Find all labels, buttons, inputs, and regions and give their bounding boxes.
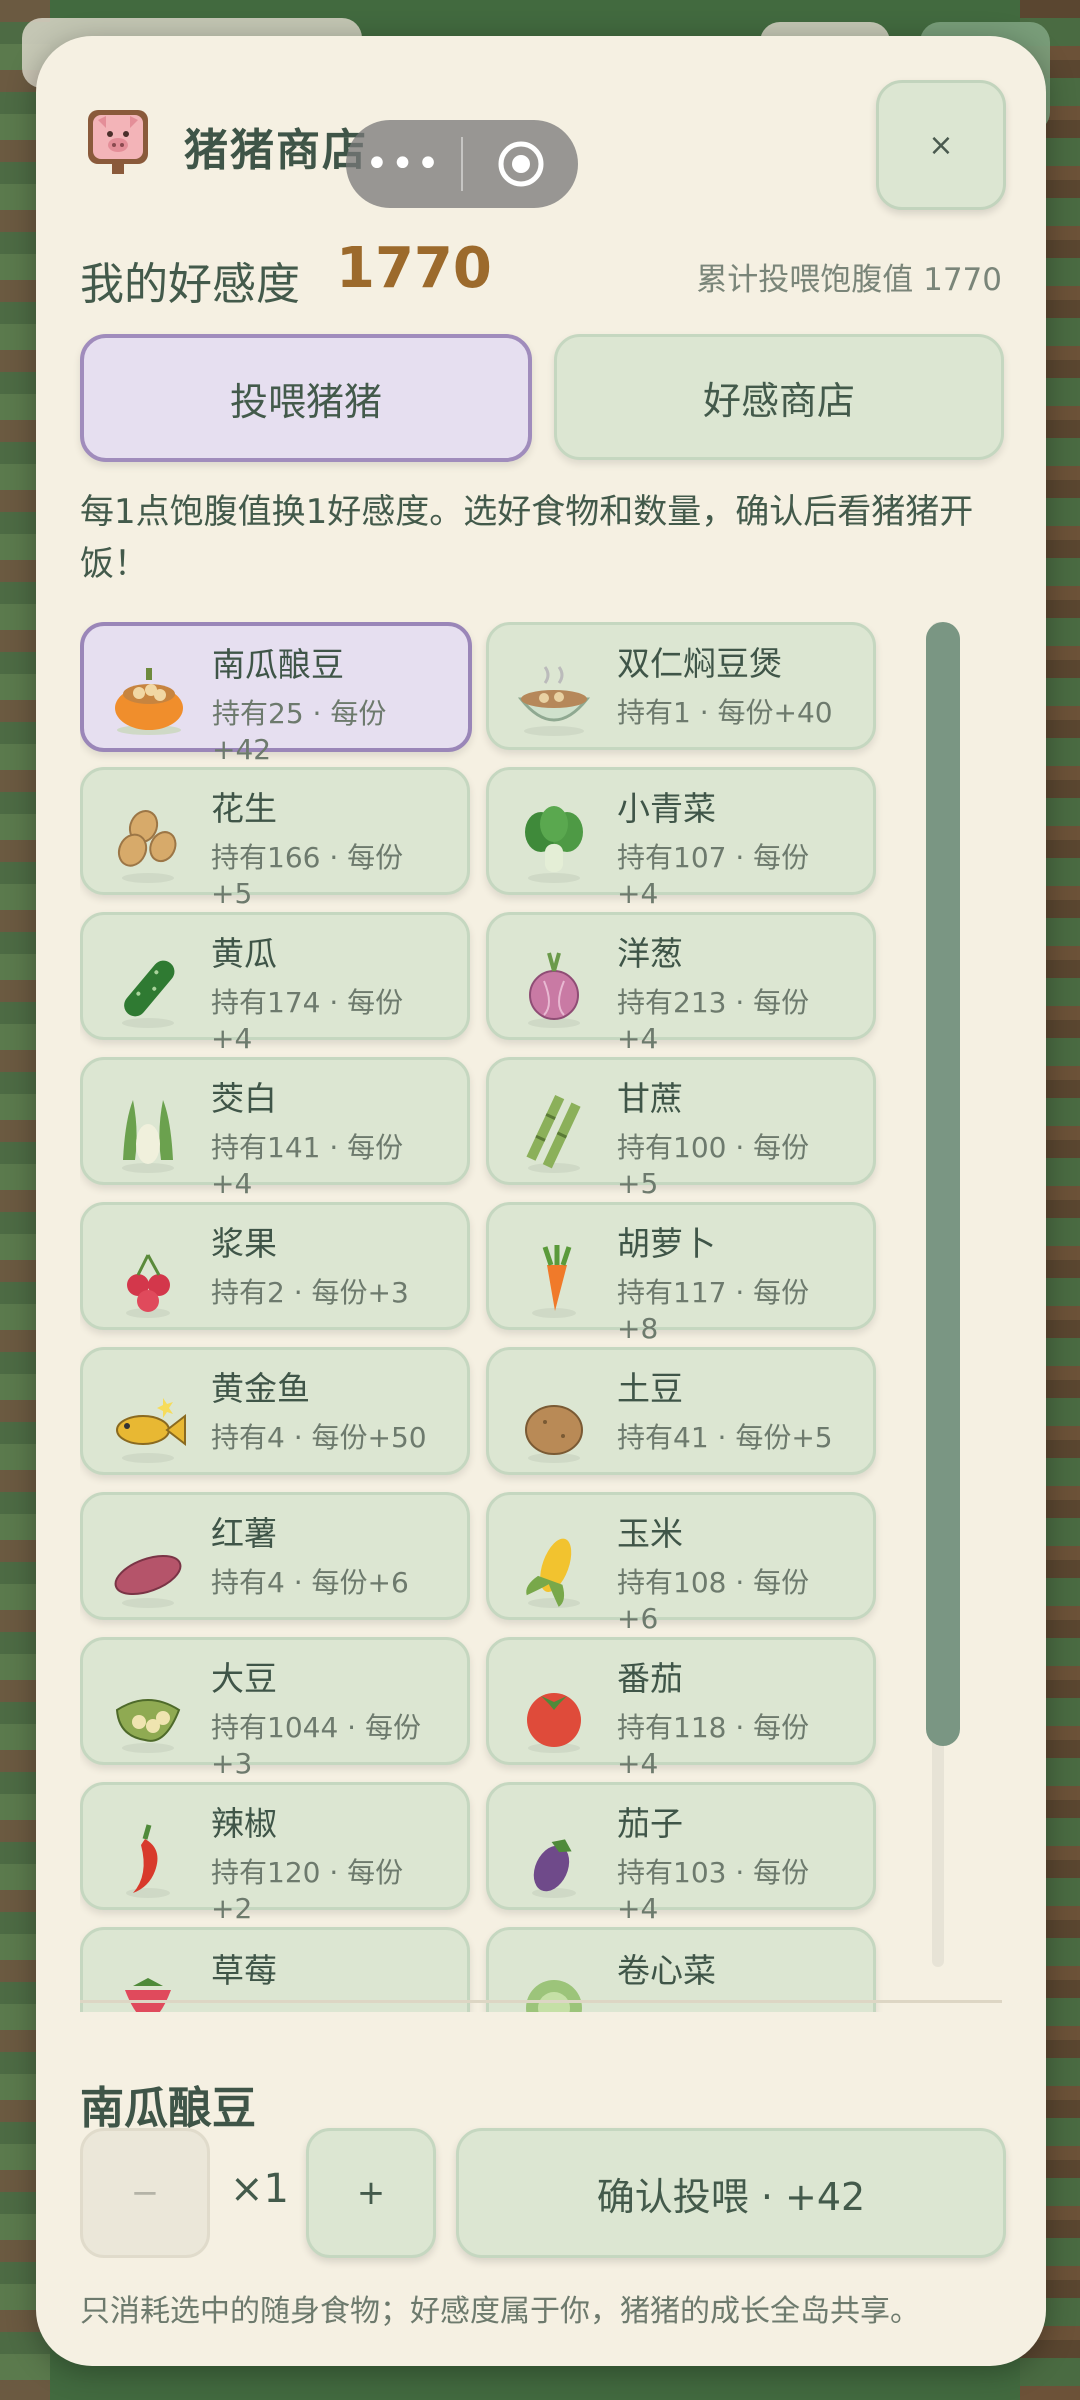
pig-sign-icon bbox=[88, 110, 148, 174]
pumpkin-beans-icon bbox=[115, 668, 183, 735]
food-name: 卷心菜 bbox=[617, 1951, 716, 1990]
onion-icon bbox=[528, 952, 580, 1028]
food-name: 甘蔗 bbox=[617, 1079, 683, 1118]
food-item[interactable]: 茭白持有141 · 每份+4 bbox=[80, 1057, 470, 1200]
divider bbox=[80, 2000, 1002, 2003]
food-stock-info: 持有117 · 每份+8 bbox=[617, 1276, 810, 1345]
food-name: 小青菜 bbox=[617, 789, 716, 828]
food-name: 黄瓜 bbox=[211, 934, 277, 973]
total-satiety: 累计投喂饱腹值 1770 bbox=[696, 262, 1002, 298]
food-name: 草莓 bbox=[211, 1951, 277, 1990]
food-stock-info: 持有4 · 每份+6 bbox=[211, 1566, 409, 1599]
food-stock-info: 持有118 · 每份+4 bbox=[617, 1711, 810, 1780]
cucumber-icon bbox=[122, 960, 175, 1028]
food-name: 黄金鱼 bbox=[211, 1369, 310, 1408]
food-item[interactable]: 南瓜酿豆持有25 · 每份+42 bbox=[80, 622, 472, 766]
tab-feed-pig[interactable]: 投喂猪猪 bbox=[80, 334, 532, 462]
food-item[interactable]: 洋葱持有213 · 每份+4 bbox=[486, 912, 876, 1055]
bok-choy-icon bbox=[525, 806, 583, 883]
food-stock-info: 持有120 · 每份+2 bbox=[211, 1856, 404, 1925]
water-bamboo-icon bbox=[122, 1100, 174, 1173]
soybean-icon bbox=[115, 1699, 181, 1753]
food-stock-info: 持有108 · 每份+6 bbox=[617, 1566, 810, 1635]
food-stock-info: 持有41 · 每份+5 bbox=[617, 1421, 833, 1454]
close-icon: × bbox=[928, 127, 954, 163]
strawberry-icon bbox=[125, 1978, 171, 2012]
food-stock-info: 持有174 · 每份+4 bbox=[211, 986, 404, 1055]
golden-fish-icon bbox=[116, 1398, 186, 1463]
food-item[interactable]: 花生持有166 · 每份+5 bbox=[80, 767, 470, 910]
footnote: 只消耗选中的随身食物；好感度属于你，猪猪的成长全岛共享。 bbox=[80, 2294, 920, 2329]
favorability-value: 1770 bbox=[336, 236, 492, 301]
shop-title: 猪猪商店 bbox=[184, 125, 368, 176]
food-name: 洋葱 bbox=[617, 934, 683, 973]
food-name: 茭白 bbox=[211, 1079, 277, 1118]
feeding-description: 每1点饱腹值换1好感度。选好食物和数量，确认后看猪猪开饭！ bbox=[80, 492, 974, 584]
bean-stew-bowl-icon bbox=[517, 666, 591, 736]
food-name: 双仁焖豆煲 bbox=[617, 644, 782, 683]
food-stock-info: 持有103 · 每份+4 bbox=[617, 1856, 810, 1925]
more-menu-icon[interactable]: ••• bbox=[346, 120, 461, 208]
cabbage-icon bbox=[526, 1980, 582, 2012]
favorability-label: 我的好感度 bbox=[80, 259, 300, 310]
food-name: 番茄 bbox=[617, 1659, 683, 1698]
corn-icon bbox=[526, 1538, 580, 1608]
food-item[interactable]: 小青菜持有107 · 每份+4 bbox=[486, 767, 876, 910]
food-item[interactable]: 双仁焖豆煲持有1 · 每份+40 bbox=[486, 622, 876, 750]
food-stock-info: 持有213 · 每份+4 bbox=[617, 986, 810, 1055]
sugarcane-icon bbox=[526, 1094, 581, 1173]
food-name: 辣椒 bbox=[211, 1804, 277, 1843]
food-name: 玉米 bbox=[617, 1514, 683, 1553]
food-list[interactable]: 南瓜酿豆 持有25 · 每份+42 双仁焖豆煲 持有1 · 每份+40 花生 持有166 … bbox=[80, 622, 960, 2012]
confirm-feed-button[interactable]: 确认投喂 · +42 bbox=[456, 2128, 1006, 2258]
sweet-potato-icon bbox=[114, 1554, 182, 1608]
potato-icon bbox=[525, 1405, 583, 1463]
scrollbar-thumb[interactable] bbox=[926, 622, 960, 1746]
food-item[interactable]: 辣椒持有120 · 每份+2 bbox=[80, 1782, 470, 1925]
food-name: 胡萝卜 bbox=[617, 1224, 716, 1263]
food-item[interactable]: 黄金鱼持有4 · 每份+50 bbox=[80, 1347, 470, 1475]
food-stock-info: 持有100 · 每份+5 bbox=[617, 1131, 810, 1200]
selected-food-name: 南瓜酿豆 bbox=[80, 2083, 256, 2134]
food-stock-info: 持有166 · 每份+5 bbox=[211, 841, 404, 910]
food-stock-info: 持有2 · 每份+3 bbox=[211, 1276, 409, 1309]
decrease-button[interactable]: − bbox=[80, 2128, 210, 2258]
food-stock-info: 持有107 · 每份+4 bbox=[617, 841, 810, 910]
food-name: 大豆 bbox=[211, 1659, 277, 1698]
mini-program-capsule[interactable]: ••• bbox=[346, 120, 578, 208]
food-item[interactable]: 甘蔗持有100 · 每份+5 bbox=[486, 1057, 876, 1200]
carrot-icon bbox=[532, 1245, 576, 1318]
pig-shop-dialog: 猪猪商店 ••• × 我的好感度 1770 累计投喂饱腹值 1770 投喂猪猪 … bbox=[36, 36, 1046, 2366]
food-stock-info: 持有4 · 每份+50 bbox=[211, 1421, 427, 1454]
food-item[interactable]: 红薯持有4 · 每份+6 bbox=[80, 1492, 470, 1620]
food-stock-info: 持有1044 · 每份+3 bbox=[211, 1711, 421, 1780]
food-name: 浆果 bbox=[211, 1224, 277, 1263]
food-item[interactable]: 玉米持有108 · 每份+6 bbox=[486, 1492, 876, 1635]
food-name: 土豆 bbox=[617, 1369, 683, 1408]
food-item[interactable]: 番茄持有118 · 每份+4 bbox=[486, 1637, 876, 1780]
food-name: 南瓜酿豆 bbox=[212, 645, 344, 684]
food-stock-info: 持有1 · 每份+40 bbox=[617, 696, 833, 729]
eggplant-icon bbox=[532, 1839, 576, 1898]
food-item[interactable]: 胡萝卜持有117 · 每份+8 bbox=[486, 1202, 876, 1345]
food-stock-info: 持有141 · 每份+4 bbox=[211, 1131, 404, 1200]
food-item[interactable]: 黄瓜持有174 · 每份+4 bbox=[80, 912, 470, 1055]
food-stock-info: 持有25 · 每份+42 bbox=[212, 697, 387, 766]
food-item[interactable]: 大豆持有1044 · 每份+3 bbox=[80, 1637, 470, 1780]
chili-icon bbox=[126, 1824, 170, 1898]
exit-target-icon[interactable] bbox=[463, 139, 578, 189]
increase-button[interactable]: + bbox=[306, 2128, 436, 2258]
food-item[interactable]: 茄子持有103 · 每份+4 bbox=[486, 1782, 876, 1925]
berries-icon bbox=[126, 1254, 170, 1318]
peanut-icon bbox=[117, 810, 177, 883]
quantity-value: ×1 bbox=[230, 2166, 289, 2212]
tomato-icon bbox=[527, 1693, 581, 1753]
food-item[interactable]: 浆果持有2 · 每份+3 bbox=[80, 1202, 470, 1330]
food-name: 花生 bbox=[211, 789, 277, 828]
food-item[interactable]: 土豆持有41 · 每份+5 bbox=[486, 1347, 876, 1475]
tab-favor-shop[interactable]: 好感商店 bbox=[554, 334, 1004, 460]
close-button[interactable]: × bbox=[876, 80, 1006, 210]
food-name: 红薯 bbox=[211, 1514, 277, 1553]
food-name: 茄子 bbox=[617, 1804, 683, 1843]
